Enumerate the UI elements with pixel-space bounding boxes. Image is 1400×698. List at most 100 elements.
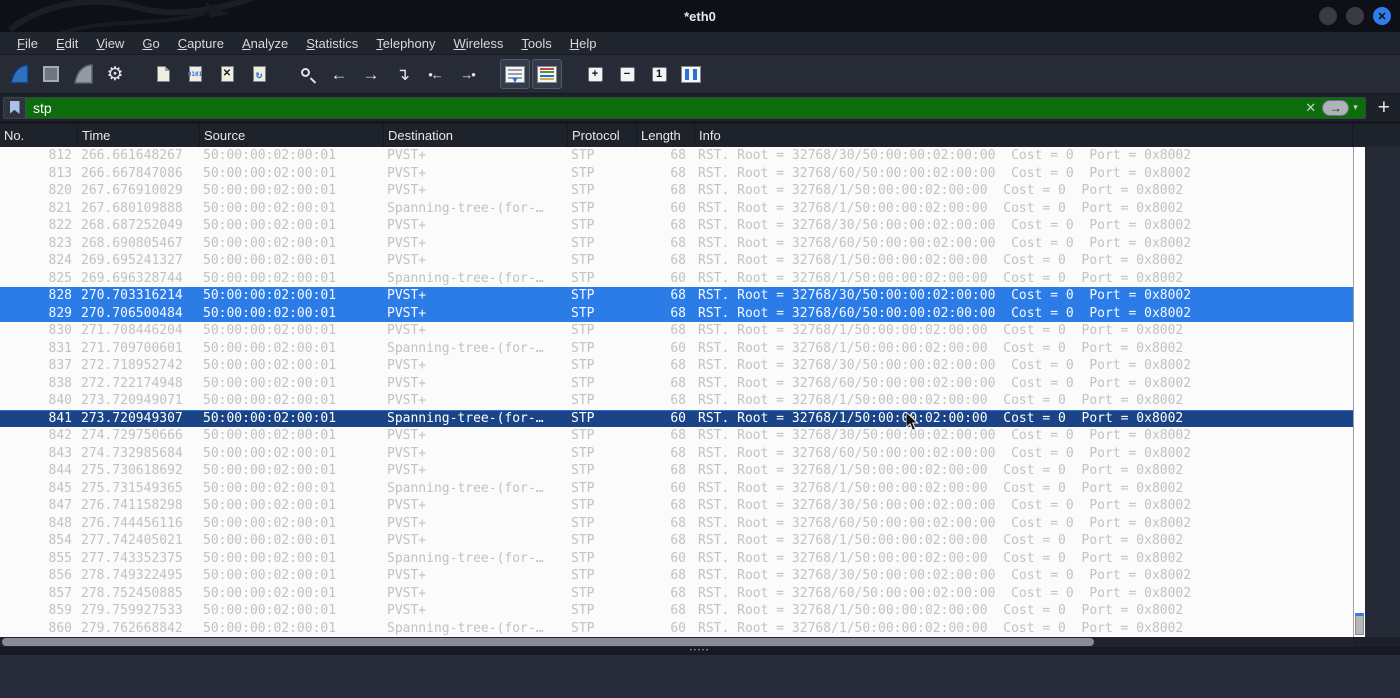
packet-row-812[interactable]: 812 266.661648267 50:00:00:02:00:01 PVST+ ST… <box>0 147 1353 165</box>
packet-row-855[interactable]: 855 277.743352375 50:00:00:02:00:01 Spannin… <box>0 550 1353 568</box>
zoom-100-button[interactable]: 1 <box>644 59 674 89</box>
doc-close-icon: ✕ <box>220 66 234 82</box>
filter-apply-button[interactable]: → <box>1322 99 1350 116</box>
horizontal-scrollbar-thumb[interactable] <box>2 638 1094 646</box>
column-header-length[interactable]: Length <box>637 124 695 147</box>
packet-row-854[interactable]: 854 277.742405021 50:00:00:02:00:01 PVST+ ST… <box>0 532 1353 550</box>
cell-protocol: STP <box>571 270 595 286</box>
cell-destination: Spanning-tree-(for-… <box>387 550 544 566</box>
colorize-button[interactable] <box>532 59 562 89</box>
zoom-in-button[interactable]: + <box>580 59 610 89</box>
packet-row-857[interactable]: 857 278.752450885 50:00:00:02:00:01 PVST+ ST… <box>0 585 1353 603</box>
auto-scroll-button[interactable]: ▼ <box>500 59 530 89</box>
menu-view[interactable]: View <box>87 36 133 51</box>
menu-analyze[interactable]: Analyze <box>233 36 297 51</box>
cell-length: 68 <box>670 445 686 461</box>
packet-row-821[interactable]: 821 267.680109888 50:00:00:02:00:01 Spannin… <box>0 200 1353 218</box>
packet-row-842[interactable]: 842 274.729750666 50:00:00:02:00:01 PVST+ ST… <box>0 427 1353 445</box>
packet-row-822[interactable]: 822 268.687252049 50:00:00:02:00:01 PVST+ ST… <box>0 217 1353 235</box>
start-capture-button[interactable] <box>4 59 34 89</box>
vertical-scrollbar[interactable] <box>1353 147 1365 637</box>
menu-capture[interactable]: Capture <box>169 36 233 51</box>
column-header-no[interactable]: No. <box>0 124 78 147</box>
packet-row-844[interactable]: 844 275.730618692 50:00:00:02:00:01 PVST+ ST… <box>0 462 1353 480</box>
restart-capture-button[interactable] <box>68 59 98 89</box>
cell-info: RST. Root = 32768/1/50:00:00:02:00:00 Co… <box>698 270 1184 286</box>
cell-no: 831 <box>48 340 72 356</box>
capture-options-button[interactable]: ⚙ <box>100 59 130 89</box>
cell-source: 50:00:00:02:00:01 <box>203 533 337 549</box>
close-button[interactable]: ✕ <box>1373 7 1391 25</box>
close-file-button[interactable]: ✕ <box>212 59 242 89</box>
menu-edit[interactable]: Edit <box>47 36 87 51</box>
minimize-button[interactable] <box>1319 7 1337 25</box>
column-header-protocol[interactable]: Protocol <box>568 124 637 147</box>
menu-statistics[interactable]: Statistics <box>297 36 367 51</box>
filter-input[interactable]: stp <box>26 100 1299 116</box>
cell-no: 854 <box>48 533 72 549</box>
filter-dropdown-caret[interactable]: ▾ <box>1353 102 1365 113</box>
packet-row-847[interactable]: 847 276.741158298 50:00:00:02:00:01 PVST+ ST… <box>0 497 1353 515</box>
cell-protocol: STP <box>571 200 595 216</box>
go-last-packet-button[interactable]: →• <box>452 59 482 89</box>
menu-go[interactable]: Go <box>133 36 168 51</box>
stop-capture-button[interactable] <box>36 59 66 89</box>
cell-info: RST. Root = 32768/1/50:00:00:02:00:00 Co… <box>698 463 1184 479</box>
cell-length: 68 <box>670 358 686 374</box>
packet-row-829[interactable]: 829 270.706500484 50:00:00:02:00:01 PVST+ ST… <box>0 304 1353 322</box>
open-file-button[interactable] <box>148 59 178 89</box>
packet-row-841[interactable]: 841 273.720949307 50:00:00:02:00:01 Spannin… <box>0 409 1353 427</box>
packet-row-840[interactable]: 840 273.720949071 50:00:00:02:00:01 PVST+ ST… <box>0 392 1353 410</box>
packet-row-837[interactable]: 837 272.718952742 50:00:00:02:00:01 PVST+ ST… <box>0 357 1353 375</box>
display-filter-field[interactable]: stp ✕ → ▾ <box>3 96 1366 119</box>
cell-source: 50:00:00:02:00:01 <box>203 305 337 321</box>
packet-row-825[interactable]: 825 269.696328744 50:00:00:02:00:01 Spannin… <box>0 270 1353 288</box>
packet-row-828[interactable]: 828 270.703316214 50:00:00:02:00:01 PVST+ ST… <box>0 287 1353 305</box>
filter-add-button[interactable]: + <box>1366 96 1394 120</box>
resize-columns-button[interactable] <box>676 59 706 89</box>
filter-clear-button[interactable]: ✕ <box>1299 100 1322 116</box>
pane-splitter[interactable]: ••••• <box>0 647 1400 655</box>
cell-time: 275.731549365 <box>81 480 183 496</box>
go-to-packet-button[interactable]: ↴ <box>388 59 418 89</box>
cell-destination: PVST+ <box>387 358 427 374</box>
packet-row-859[interactable]: 859 279.759927533 50:00:00:02:00:01 PVST+ ST… <box>0 602 1353 620</box>
menu-wireless[interactable]: Wireless <box>445 36 513 51</box>
packet-row-824[interactable]: 824 269.695241327 50:00:00:02:00:01 PVST+ ST… <box>0 252 1353 270</box>
cell-destination: PVST+ <box>387 253 427 269</box>
menu-help[interactable]: Help <box>561 36 606 51</box>
filter-bookmark-button[interactable] <box>4 97 26 118</box>
packet-row-848[interactable]: 848 276.744456116 50:00:00:02:00:01 PVST+ ST… <box>0 515 1353 533</box>
maximize-button[interactable] <box>1346 7 1364 25</box>
cell-destination: PVST+ <box>387 288 427 304</box>
titlebar: *eth0 ✕ <box>0 0 1400 32</box>
go-forward-button[interactable]: → <box>356 59 386 89</box>
packet-row-845[interactable]: 845 275.731549365 50:00:00:02:00:01 Spannin… <box>0 480 1353 498</box>
packet-row-856[interactable]: 856 278.749322495 50:00:00:02:00:01 PVST+ ST… <box>0 567 1353 585</box>
packet-row-860[interactable]: 860 279.762668842 50:00:00:02:00:01 Spannin… <box>0 620 1353 638</box>
packet-row-823[interactable]: 823 268.690805467 50:00:00:02:00:01 PVST+ ST… <box>0 235 1353 253</box>
cell-source: 50:00:00:02:00:01 <box>203 218 337 234</box>
column-header-info[interactable]: Info <box>695 124 1353 147</box>
packet-row-831[interactable]: 831 271.709700601 50:00:00:02:00:01 Spannin… <box>0 340 1353 358</box>
packet-row-820[interactable]: 820 267.676910029 50:00:00:02:00:01 PVST+ ST… <box>0 182 1353 200</box>
vertical-scrollbar-thumb[interactable] <box>1355 613 1364 635</box>
column-header-destination[interactable]: Destination <box>384 124 568 147</box>
go-first-packet-button[interactable]: •← <box>420 59 450 89</box>
column-header-time[interactable]: Time <box>78 124 200 147</box>
packet-row-830[interactable]: 830 271.708446204 50:00:00:02:00:01 PVST+ ST… <box>0 322 1353 340</box>
go-back-button[interactable]: ← <box>324 59 354 89</box>
menu-telephony[interactable]: Telephony <box>367 36 444 51</box>
horizontal-scrollbar[interactable] <box>0 637 1353 647</box>
save-file-button[interactable]: 0101 <box>180 59 210 89</box>
menu-tools[interactable]: Tools <box>512 36 560 51</box>
menu-file[interactable]: File <box>8 36 47 51</box>
reload-file-button[interactable]: ↻ <box>244 59 274 89</box>
packet-row-843[interactable]: 843 274.732985684 50:00:00:02:00:01 PVST+ ST… <box>0 445 1353 463</box>
column-header-source[interactable]: Source <box>200 124 384 147</box>
find-packet-button[interactable] <box>292 59 322 89</box>
packet-row-813[interactable]: 813 266.667847086 50:00:00:02:00:01 PVST+ ST… <box>0 165 1353 183</box>
cell-destination: Spanning-tree-(for-… <box>387 411 544 427</box>
zoom-out-button[interactable]: − <box>612 59 642 89</box>
packet-row-838[interactable]: 838 272.722174948 50:00:00:02:00:01 PVST+ ST… <box>0 375 1353 393</box>
